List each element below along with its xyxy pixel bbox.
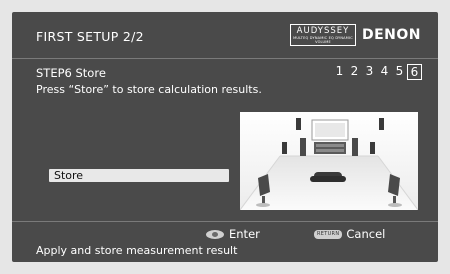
return-button-icon: RETURN (314, 229, 343, 239)
instruction-text: Press “Store” to store calculation resul… (36, 83, 262, 96)
step-title: STEP6 Store (36, 66, 106, 80)
step-number: 5 (395, 64, 404, 78)
step-number: 4 (380, 64, 389, 78)
speaker-room-illustration (240, 112, 418, 210)
footer-divider (12, 221, 438, 222)
step-number: 3 (365, 64, 374, 78)
store-button[interactable]: Store (49, 169, 229, 182)
speaker-room-illustration-svg (240, 112, 418, 210)
step-indicator: 1 2 3 4 5 6 (332, 64, 422, 80)
header-bar: FIRST SETUP 2/2 AUDYSSEY MULTEQ DYNAMIC … (12, 12, 438, 59)
enter-hint: Enter (206, 227, 260, 241)
audyssey-logo-subtext: MULTEQ DYNAMIC EQ DYNAMIC VOLUME (293, 35, 353, 44)
step-number: 2 (350, 64, 359, 78)
enter-label: Enter (229, 227, 260, 241)
help-text: Apply and store measurement result (36, 244, 238, 257)
step-number-current: 6 (407, 64, 422, 80)
cancel-hint: RETURN Cancel (314, 227, 385, 241)
audyssey-logo: AUDYSSEY MULTEQ DYNAMIC EQ DYNAMIC VOLUM… (290, 24, 356, 46)
audyssey-logo-text: AUDYSSEY (296, 26, 350, 36)
page-title: FIRST SETUP 2/2 (36, 29, 144, 44)
brand-logo: DENON (362, 27, 422, 43)
cancel-label: Cancel (346, 227, 386, 241)
step-number: 1 (335, 64, 344, 78)
enter-button-icon (206, 229, 224, 239)
setup-screen: FIRST SETUP 2/2 AUDYSSEY MULTEQ DYNAMIC … (12, 12, 438, 262)
